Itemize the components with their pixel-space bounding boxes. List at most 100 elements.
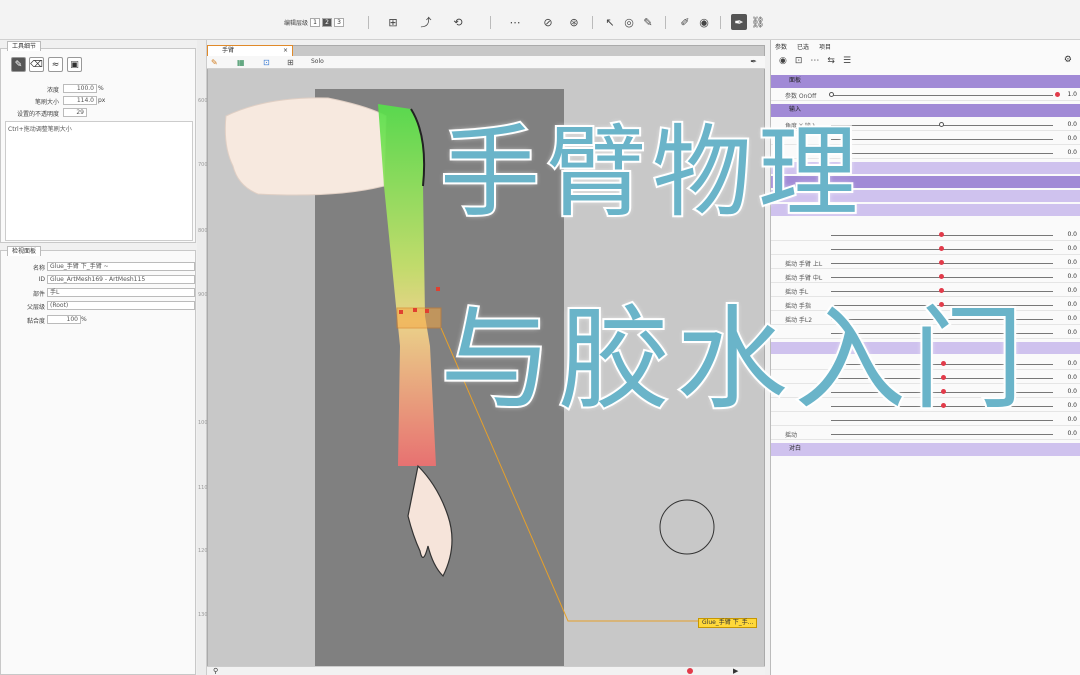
mesh-icon[interactable]: ▦	[237, 58, 245, 67]
fill-mode-icon[interactable]: ▣	[67, 57, 82, 72]
param-value: 0.0	[1067, 374, 1077, 381]
smooth-mode-icon[interactable]: ≈	[48, 57, 63, 72]
visibility-icon[interactable]: ◉	[779, 56, 787, 66]
grid-icon[interactable]: ⊞	[287, 58, 294, 67]
param-value: 0.0	[1067, 430, 1077, 437]
param-label: 摇动 手臂 上L	[785, 261, 823, 268]
transparency-label: 设置的不透明度	[16, 111, 59, 118]
name-field[interactable]: Glue_手臂 下_手臂 ~	[47, 262, 195, 271]
param-value: 0.0	[1067, 287, 1077, 294]
solo-label[interactable]: Solo	[311, 58, 324, 65]
vertical-ruler: 600 700 800 900 1000 1100 1200 1300	[197, 40, 211, 675]
param-row[interactable]: 摇动 手臂 中L 0.0	[771, 271, 1080, 283]
layout-switcher: 编辑层级 1 2 3	[284, 14, 345, 30]
document-tab-title: 手臂	[222, 47, 235, 54]
pin-icon[interactable]: ✒	[750, 57, 757, 66]
overlay-title-line1: 手臂物理	[438, 114, 864, 231]
opacity-unit: %	[98, 85, 104, 92]
inspector-panel: 检视面板 名称 Glue_手臂 下_手臂 ~ ID Glue_ArtMesh16…	[0, 246, 196, 675]
param-value: 0.0	[1067, 402, 1077, 409]
intensity-label: 黏合度	[26, 318, 45, 325]
param-value: 0.0	[1067, 273, 1077, 280]
param-value: 0.0	[1067, 388, 1077, 395]
arrow-icon[interactable]: ↖	[602, 14, 618, 30]
pen-icon[interactable]: ✐	[677, 14, 693, 30]
param-value: 0.0	[1067, 416, 1077, 423]
glue-region[interactable]	[396, 307, 442, 329]
layout-2-button[interactable]: 2	[322, 17, 333, 27]
deformer-tool-icon[interactable]: ⊞	[385, 14, 401, 30]
param-value: 0.0	[1067, 259, 1077, 266]
glue-point[interactable]	[436, 287, 440, 291]
id-field[interactable]: Glue_ArtMesh169 - ArtMesh115	[47, 275, 195, 284]
intensity-field[interactable]: 100	[47, 315, 81, 324]
param-row[interactable]: 参数 OnOff 1.0	[771, 89, 1080, 101]
pin-icon[interactable]: ✒	[731, 14, 747, 30]
brush-mode-icon[interactable]: ✎	[11, 57, 26, 72]
opacity-label: 浓度	[46, 87, 59, 94]
play-icon[interactable]: ▶	[733, 667, 738, 675]
eye-icon[interactable]: ◉	[696, 14, 712, 30]
tab-selected[interactable]: 已选	[797, 42, 809, 52]
hint-box: Ctrl+拖动调整笔刷大小	[5, 121, 193, 241]
intensity-unit: %	[81, 316, 87, 323]
glue-point[interactable]	[399, 310, 403, 314]
list-icon[interactable]: ☰	[843, 56, 851, 66]
param-group-panel[interactable]: 面板	[771, 75, 1080, 88]
bend-tool-icon[interactable]: ⤴	[418, 14, 434, 30]
brush-icon[interactable]: ✎	[640, 14, 656, 30]
brush-cursor	[659, 499, 715, 555]
fit-icon[interactable]: ⊡	[263, 58, 270, 67]
inspector-tab[interactable]: 检视面板	[7, 246, 42, 256]
pen-icon[interactable]: ✎	[211, 58, 218, 67]
glue-icon[interactable]: ⊘	[540, 14, 556, 30]
glue-point[interactable]	[413, 308, 417, 312]
param-group-dialogue[interactable]: 对白	[771, 443, 1080, 456]
param-value: 1.0	[1067, 91, 1077, 98]
record-icon[interactable]	[687, 668, 693, 674]
param-value: 0.0	[1067, 301, 1077, 308]
layout-label: 编辑层级	[284, 19, 309, 27]
top-toolbar: 编辑层级 1 2 3 ⊞ ⤴ ⟲ ⋯ ⊘ ⊛ ↖ ◎ ✎ ✐ ◉ ✒ ⛓	[0, 0, 1080, 40]
param-value: 0.0	[1067, 231, 1077, 238]
glue-point[interactable]	[425, 309, 429, 313]
tab-project[interactable]: 项目	[819, 42, 831, 52]
tool-details-panel: 工具细节 ✎ ⌫ ≈ ▣ 浓度 100.0 % 笔刷大小 114.0 px 设置…	[0, 41, 196, 243]
opacity-field[interactable]: 100.0	[63, 84, 97, 93]
link-icon[interactable]: ⛓	[750, 14, 766, 30]
layout-3-button[interactable]: 3	[334, 17, 345, 27]
param-row[interactable]: 摇动 手臂 上L 0.0	[771, 257, 1080, 269]
mesh-icon[interactable]: ⋯	[507, 14, 523, 30]
transparency-field[interactable]: 29	[63, 108, 87, 117]
canvas-bottom-bar: ⚲ ▶	[207, 666, 765, 675]
brush-size-field[interactable]: 114.0	[63, 96, 97, 105]
glue-object-label[interactable]: Glue_手臂 下_手...	[698, 618, 758, 628]
close-icon[interactable]: ×	[283, 46, 288, 56]
param-value: 0.0	[1067, 121, 1077, 128]
rotate-tool-icon[interactable]: ⟲	[450, 14, 466, 30]
zoom-icon[interactable]: ⚲	[213, 667, 218, 675]
parent-select[interactable]: (Root)	[47, 301, 195, 310]
blend-icon[interactable]: ⇆	[827, 56, 835, 66]
parameter-tabs: 参数 已选 项目	[775, 42, 831, 52]
param-row[interactable]: 摇动 0.0	[771, 428, 1080, 440]
shoulder-sleeve	[224, 97, 387, 196]
overlay-title-line2: 与胶水入门	[438, 295, 1030, 425]
param-label: 参数 OnOff	[785, 93, 817, 100]
settings-icon[interactable]: ⚙	[1064, 55, 1072, 65]
param-label: 摇动	[785, 432, 798, 439]
canvas-toolbar: ✎ ▦ ⊡ ⊞ Solo ✒	[207, 56, 765, 69]
brush-size-unit: px	[98, 97, 106, 104]
link-icon[interactable]: ⋯	[810, 56, 819, 66]
tool-details-tab[interactable]: 工具细节	[7, 41, 42, 51]
part-label: 部件	[32, 291, 45, 298]
layout-1-button[interactable]: 1	[310, 17, 321, 27]
cycle-icon[interactable]: ◎	[621, 14, 637, 30]
param-row[interactable]: 0.0	[771, 243, 1080, 255]
erase-mode-icon[interactable]: ⌫	[29, 57, 44, 72]
keyframe-icon[interactable]: ⊡	[795, 56, 803, 66]
part-select[interactable]: 手L	[47, 288, 195, 297]
tab-parameters[interactable]: 参数	[775, 42, 787, 52]
lasso-icon[interactable]: ⊛	[566, 14, 582, 30]
document-tab[interactable]: 手臂 ×	[207, 45, 293, 56]
